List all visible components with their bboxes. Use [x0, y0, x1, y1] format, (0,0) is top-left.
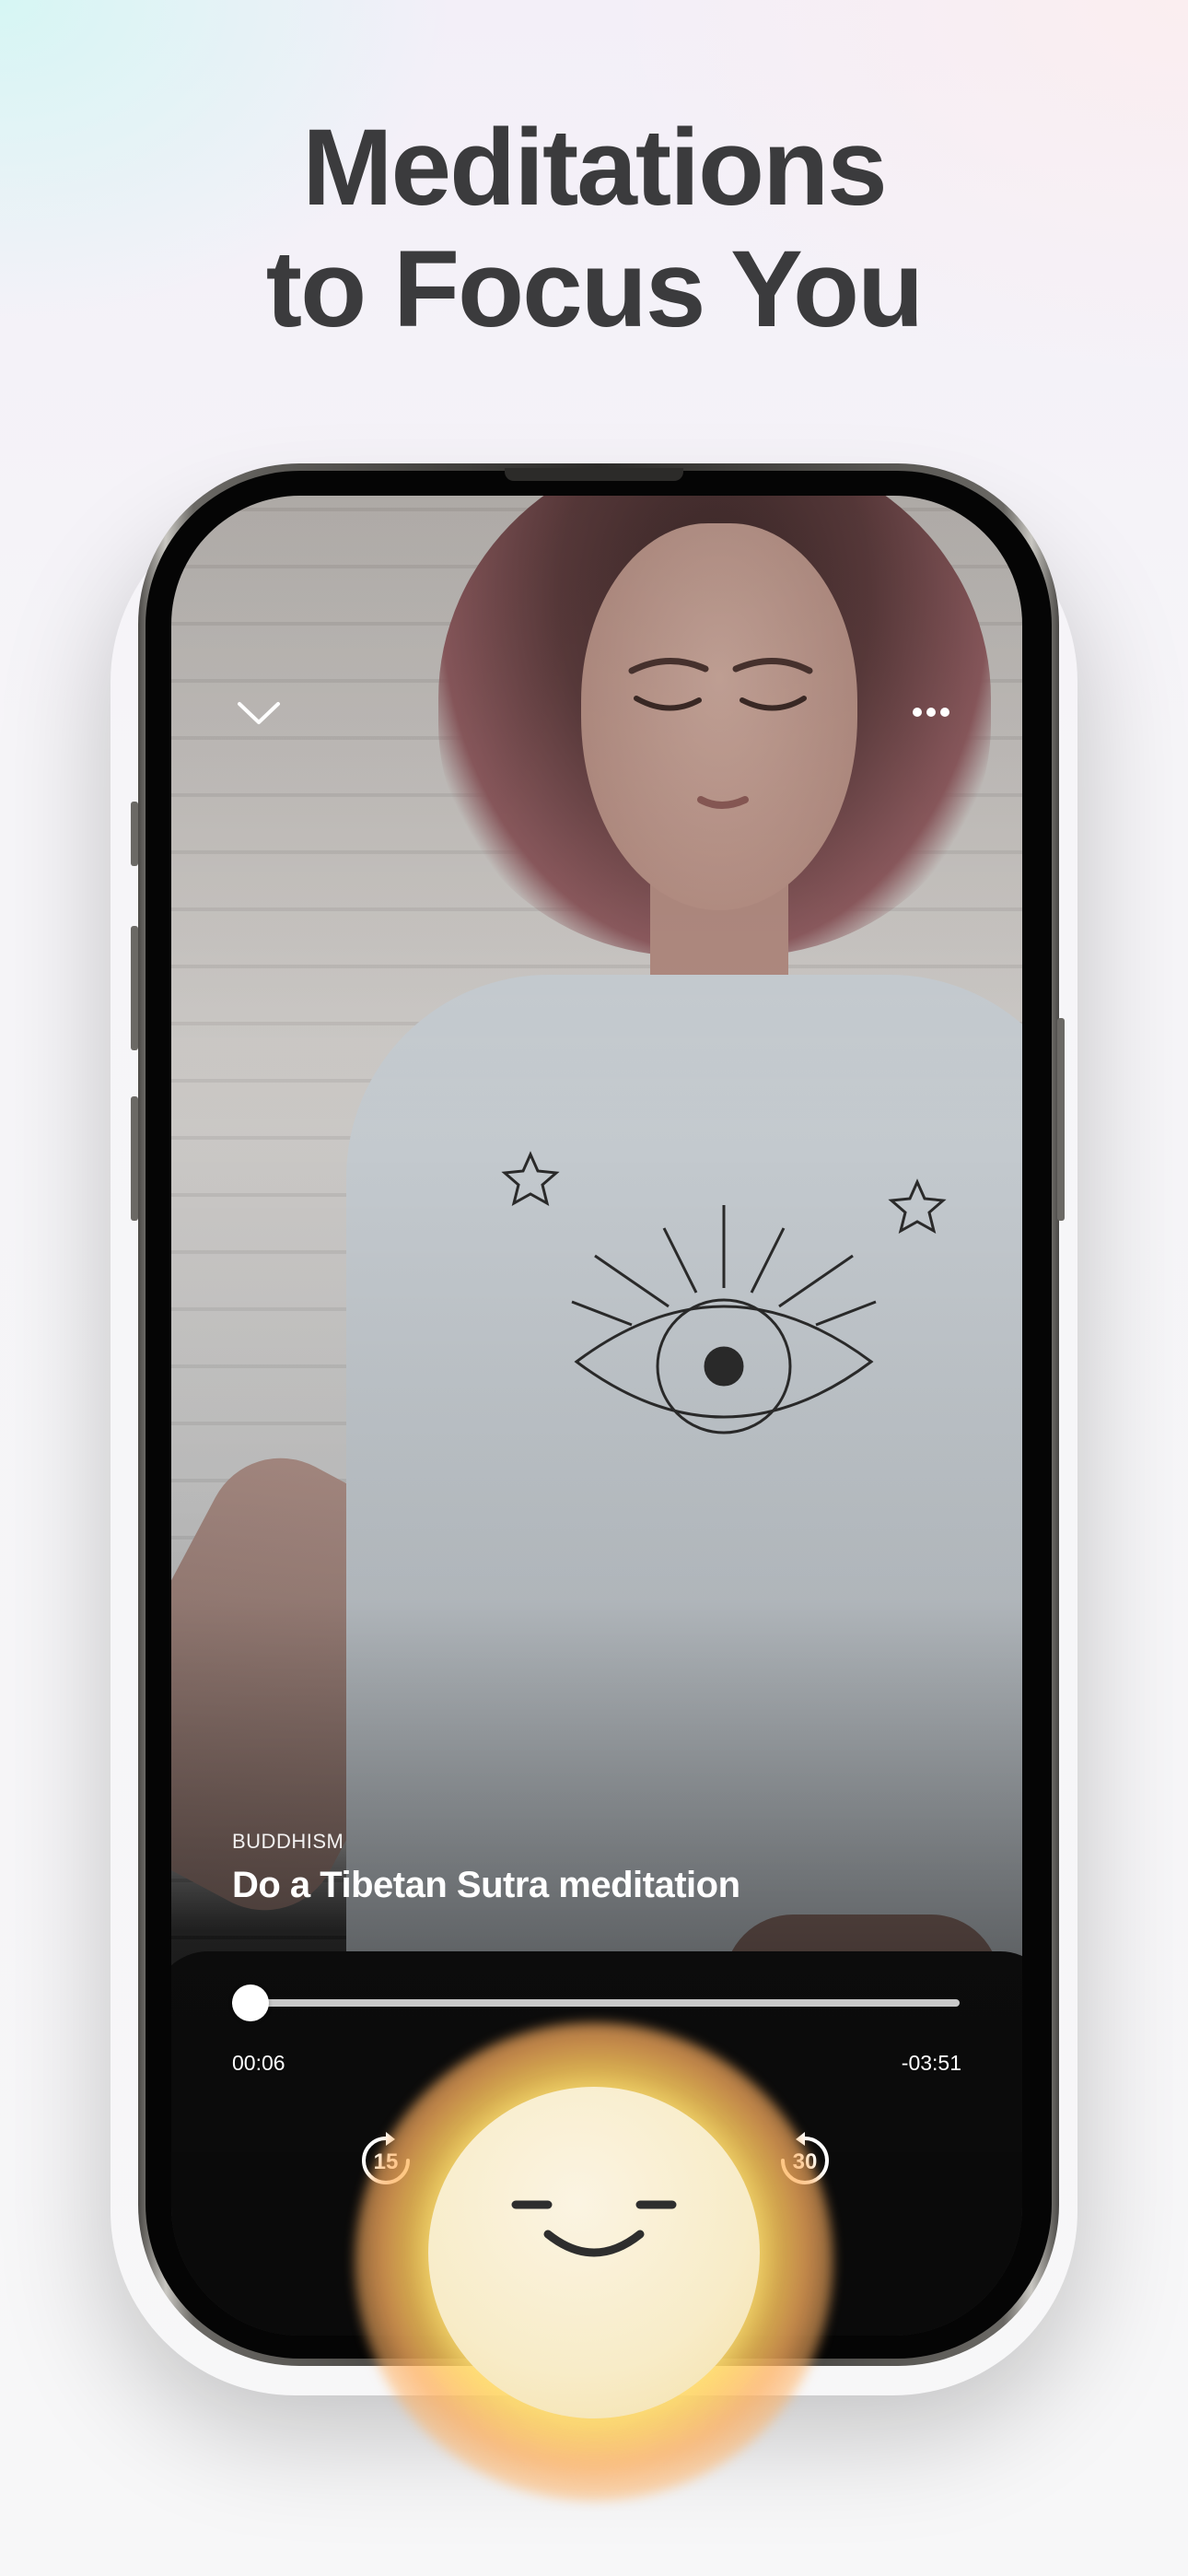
phone-volume-down-button	[131, 1096, 138, 1221]
progress-slider[interactable]	[231, 1985, 960, 2021]
elapsed-time: 00:06	[232, 2051, 285, 2075]
phone-speaker-notch	[505, 468, 683, 481]
phone-volume-up-button	[131, 926, 138, 1050]
more-options-button[interactable]	[899, 689, 963, 735]
phone-power-button	[1057, 1018, 1065, 1221]
headline-line-1: Meditations	[302, 107, 888, 228]
headline-line-2: to Focus You	[265, 228, 924, 350]
collapse-player-button[interactable]	[227, 689, 291, 735]
phone-action-button	[131, 802, 138, 866]
meditation-title: Do a Tibetan Sutra meditation	[232, 1865, 740, 1905]
progress-scrubber-knob[interactable]	[231, 1985, 269, 2021]
chevron-down-icon	[238, 702, 280, 724]
remaining-time: -03:51	[901, 2051, 961, 2075]
meditation-category: BUDDHISM	[232, 1830, 344, 1853]
play-pause-orb-button[interactable]	[428, 2087, 760, 2418]
smiling-face-icon	[511, 2200, 677, 2257]
more-horizontal-icon	[913, 708, 949, 717]
